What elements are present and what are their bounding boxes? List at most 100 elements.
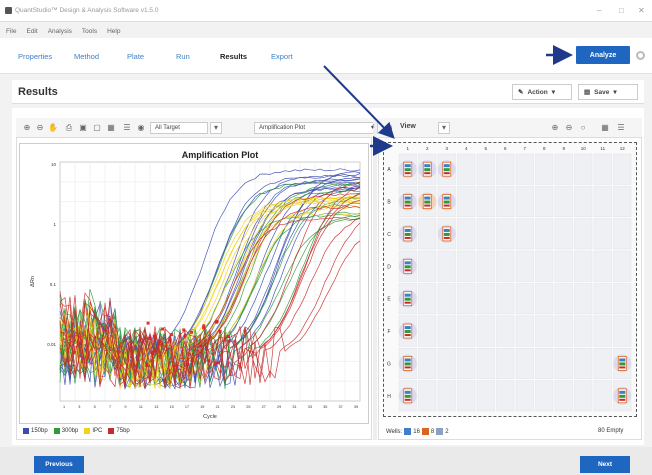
- target-chip: [443, 164, 450, 168]
- target-chip: [404, 261, 411, 265]
- save-label: Save: [594, 88, 610, 96]
- x-tick-label: 25: [246, 405, 250, 409]
- plate-well: [535, 380, 554, 412]
- menu-tools[interactable]: Tools: [82, 28, 97, 38]
- threshold-marker: [215, 319, 219, 323]
- paste-icon[interactable]: ▢: [92, 123, 102, 133]
- plate-well: [574, 153, 593, 185]
- menu-file[interactable]: File: [6, 28, 16, 38]
- previous-button[interactable]: Previous: [34, 456, 84, 473]
- copy-icon[interactable]: ▣: [78, 123, 88, 133]
- plate-well: [554, 218, 573, 250]
- target-select[interactable]: All Target: [150, 122, 208, 134]
- close-button[interactable]: ✕: [638, 6, 645, 15]
- zoom-in-icon[interactable]: ⊕: [550, 123, 560, 133]
- collapse-arrow-icon[interactable]: ‹: [372, 121, 375, 130]
- list-view-icon[interactable]: ☰: [616, 123, 626, 133]
- legend-item: 300bp: [53, 428, 78, 434]
- x-tick-label: 39: [354, 405, 358, 409]
- amplification-plot[interactable]: Amplification Plot 10 1 0.1 0.01 1 3 5 7 9 11 13 15 1…: [19, 143, 369, 424]
- grid-view-icon[interactable]: ▦: [600, 123, 610, 133]
- zoom-out-icon[interactable]: ⊖: [564, 123, 574, 133]
- target-chip: [443, 196, 450, 200]
- plate-column-label: 5: [484, 146, 487, 151]
- pan-hand-icon[interactable]: ✋: [48, 123, 58, 133]
- zoom-out-icon[interactable]: ⊖: [35, 123, 45, 133]
- tab-properties[interactable]: Properties: [18, 52, 52, 61]
- threshold-marker: [152, 334, 156, 338]
- chevron-down-icon[interactable]: ▾: [210, 122, 222, 134]
- plate-well: [496, 380, 515, 412]
- next-button[interactable]: Next: [580, 456, 630, 473]
- x-tick-label: 35: [323, 405, 327, 409]
- target-chip: [619, 362, 626, 366]
- tab-plate[interactable]: Plate: [127, 52, 144, 61]
- target-chip: [404, 228, 411, 232]
- plate-well: [535, 250, 554, 282]
- plate-well: [457, 380, 476, 412]
- legend-swatch: [53, 428, 60, 434]
- window-title: QuantStudio™ Design & Analysis Software …: [15, 7, 159, 14]
- menu-edit[interactable]: Edit: [26, 28, 37, 38]
- plot-type-select[interactable]: Amplification Plot ▾: [254, 122, 378, 134]
- plate-well: [437, 250, 456, 282]
- target-chip: [424, 168, 431, 172]
- target-chip: [404, 362, 411, 366]
- reset-zoom-icon[interactable]: ○: [578, 123, 588, 133]
- x-tick-label: 17: [185, 405, 189, 409]
- pane-splitter[interactable]: [373, 118, 377, 440]
- tab-results[interactable]: Results: [220, 52, 247, 61]
- plate-well: [574, 186, 593, 217]
- x-tick-label: 9: [124, 405, 126, 409]
- analyze-button[interactable]: Analyze: [576, 46, 630, 64]
- legend-swatch: [108, 428, 115, 434]
- maximize-button[interactable]: □: [619, 6, 624, 15]
- page-title: Results: [18, 86, 58, 98]
- workflow-tabs: Properties Method Plate Run Results Expo…: [0, 38, 652, 74]
- tab-run[interactable]: Run: [176, 52, 190, 61]
- plate-well: [613, 283, 632, 315]
- zoom-in-icon[interactable]: ⊕: [22, 123, 32, 133]
- target-chip: [404, 204, 411, 207]
- app-window: QuantStudio™ Design & Analysis Software …: [0, 0, 652, 475]
- target-chip: [404, 326, 411, 330]
- plate-column-label: 1: [406, 146, 409, 151]
- print-icon[interactable]: ⎙: [64, 123, 74, 133]
- eye-icon[interactable]: ◉: [384, 123, 394, 133]
- x-tick-label: 1: [63, 405, 65, 409]
- y-tick-label: 10: [51, 162, 57, 167]
- plate-well: [554, 348, 573, 379]
- eye-icon[interactable]: ◉: [136, 123, 146, 133]
- action-button[interactable]: ✎ Action ▾: [512, 84, 572, 100]
- threshold-marker: [186, 362, 190, 366]
- minimize-button[interactable]: –: [597, 6, 601, 15]
- plate-layout[interactable]: 1 2 3 4 5 6 7 8 9 10 11 12 A B C D E F G H: [383, 142, 637, 417]
- edit-icon: ✎: [518, 89, 524, 96]
- tab-export[interactable]: Export: [271, 52, 293, 61]
- y-tick-label: 0.1: [50, 282, 57, 287]
- plate-well: [574, 348, 593, 379]
- plate-well: [457, 315, 476, 347]
- menu-bar: File Edit Analysis Tools Help: [0, 28, 120, 38]
- legend-toggle-icon[interactable]: ☰: [122, 123, 132, 133]
- legend-item: 75bp: [108, 428, 130, 434]
- menu-analysis[interactable]: Analysis: [48, 28, 72, 38]
- gear-icon[interactable]: [636, 51, 645, 60]
- export-image-icon[interactable]: ▦: [106, 123, 116, 133]
- menu-help[interactable]: Help: [107, 28, 120, 38]
- wells-label: Wells:: [386, 428, 403, 435]
- x-tick-label: 7: [109, 405, 111, 409]
- plate-well: [574, 315, 593, 347]
- target-chip: [404, 200, 411, 204]
- target-select-value: All Target: [155, 125, 180, 131]
- view-label[interactable]: View: [400, 123, 416, 130]
- chevron-down-icon[interactable]: ▾: [438, 122, 450, 134]
- plate-well: [496, 348, 515, 379]
- plate-well: [554, 250, 573, 282]
- target-chip: [619, 398, 626, 401]
- plate-well: [476, 250, 495, 282]
- save-button[interactable]: ▤ Save ▾: [578, 84, 638, 100]
- target-chip: [443, 236, 450, 239]
- tab-method[interactable]: Method: [74, 52, 99, 61]
- wells-summary: Wells: 16 8 2: [386, 428, 449, 435]
